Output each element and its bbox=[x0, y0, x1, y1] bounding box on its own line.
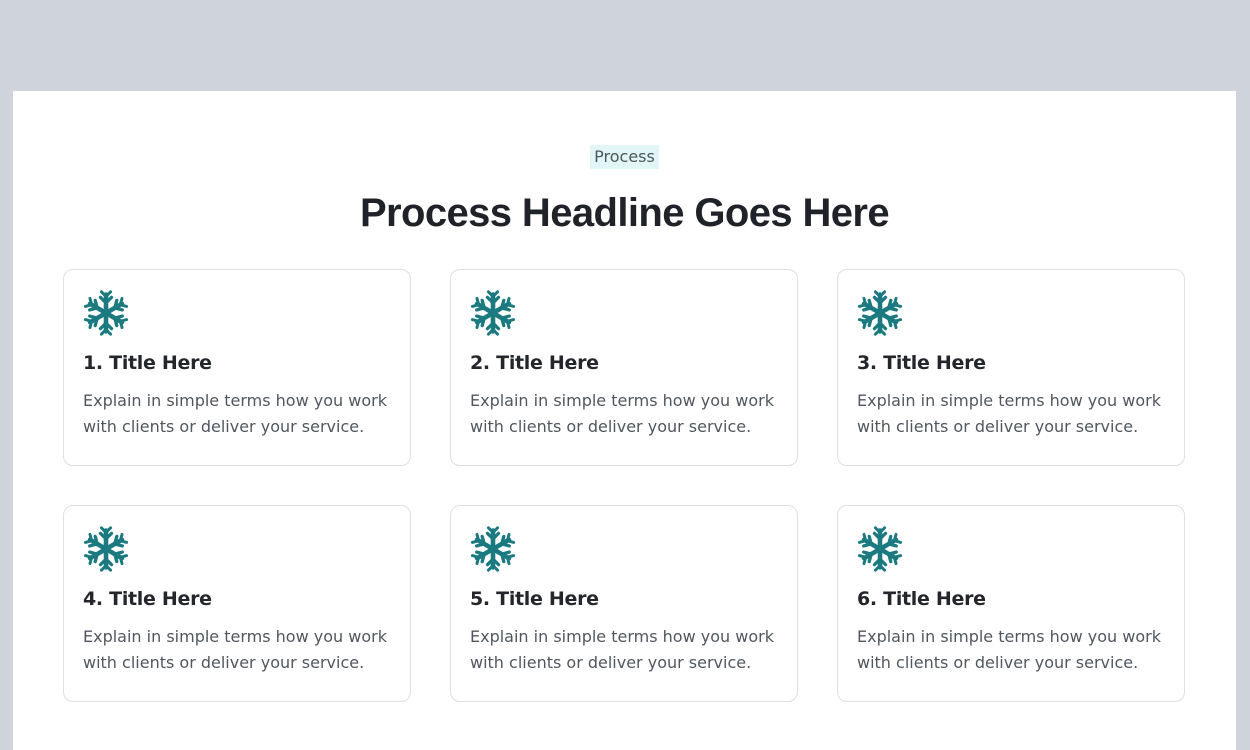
process-steps-grid: 1. Title Here Explain in simple terms ho… bbox=[63, 269, 1185, 702]
eyebrow-tag: Process bbox=[590, 145, 659, 169]
section-headline: Process Headline Goes Here bbox=[359, 191, 890, 235]
step-title: 1. Title Here bbox=[83, 352, 212, 374]
step-title: 2. Title Here bbox=[470, 352, 599, 374]
step-description: Explain in simple terms how you work wit… bbox=[857, 627, 1161, 672]
step-card-6: 6. Title Here Explain in simple terms ho… bbox=[837, 505, 1185, 702]
eyebrow-wrapper: Process bbox=[13, 145, 1236, 169]
step-card-5: 5. Title Here Explain in simple terms ho… bbox=[450, 505, 798, 702]
process-section: Process Process Headline Goes Here 1. Ti… bbox=[13, 91, 1236, 750]
step-title: 3. Title Here bbox=[857, 352, 986, 374]
step-card-4: 4. Title Here Explain in simple terms ho… bbox=[63, 505, 411, 702]
step-description: Explain in simple terms how you work wit… bbox=[857, 391, 1161, 436]
step-description: Explain in simple terms how you work wit… bbox=[83, 627, 387, 672]
step-card-2: 2. Title Here Explain in simple terms ho… bbox=[450, 269, 798, 466]
step-card-1: 1. Title Here Explain in simple terms ho… bbox=[63, 269, 411, 466]
step-description: Explain in simple terms how you work wit… bbox=[83, 391, 387, 436]
snowflake-icon bbox=[470, 525, 516, 573]
step-description: Explain in simple terms how you work wit… bbox=[470, 391, 774, 436]
snowflake-icon bbox=[857, 289, 903, 337]
snowflake-icon bbox=[857, 525, 903, 573]
step-title: 5. Title Here bbox=[470, 588, 599, 610]
step-title: 4. Title Here bbox=[83, 588, 212, 610]
snowflake-icon bbox=[83, 525, 129, 573]
step-title: 6. Title Here bbox=[857, 588, 986, 610]
snowflake-icon bbox=[470, 289, 516, 337]
step-card-3: 3. Title Here Explain in simple terms ho… bbox=[837, 269, 1185, 466]
step-description: Explain in simple terms how you work wit… bbox=[470, 627, 774, 672]
snowflake-icon bbox=[83, 289, 129, 337]
